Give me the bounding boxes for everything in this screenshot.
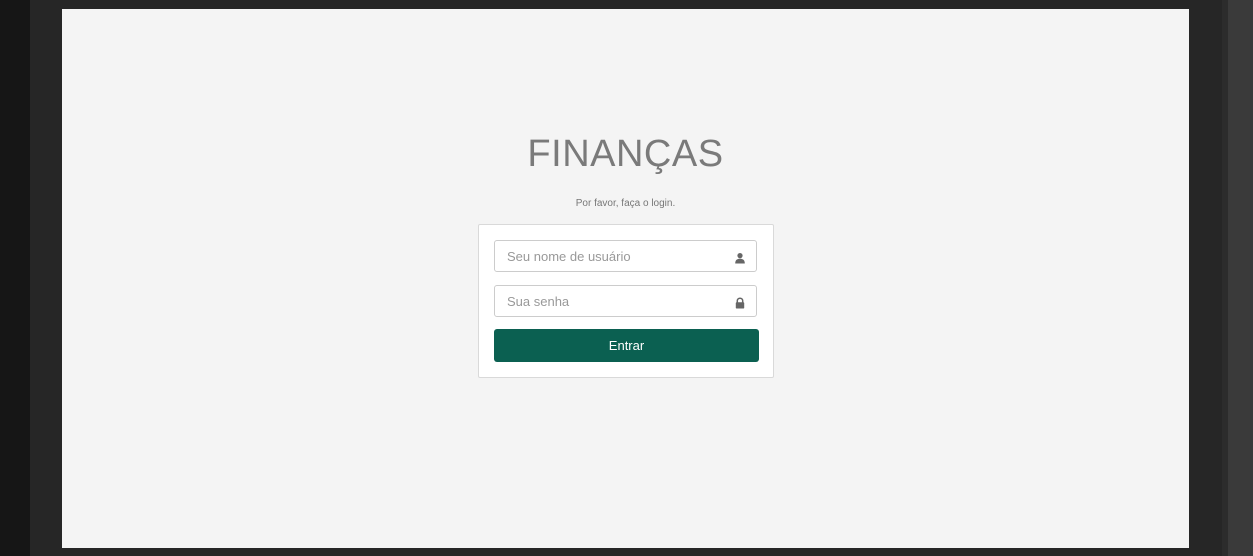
login-page: FINANÇAS Por favor, faça o login. Entrar (62, 9, 1189, 548)
lock-icon (734, 296, 746, 309)
backdrop-left (0, 0, 30, 556)
page-subtitle: Por favor, faça o login. (575, 198, 676, 209)
backdrop-right-edge (1222, 0, 1228, 556)
user-icon (734, 251, 746, 264)
login-button[interactable]: Entrar (494, 329, 759, 362)
password-field-wrapper (494, 285, 757, 317)
username-input[interactable] (495, 241, 727, 271)
username-field-wrapper (494, 240, 757, 272)
password-input[interactable] (495, 286, 727, 316)
page-title: FINANÇAS (527, 133, 724, 175)
login-form: Entrar (478, 224, 774, 378)
